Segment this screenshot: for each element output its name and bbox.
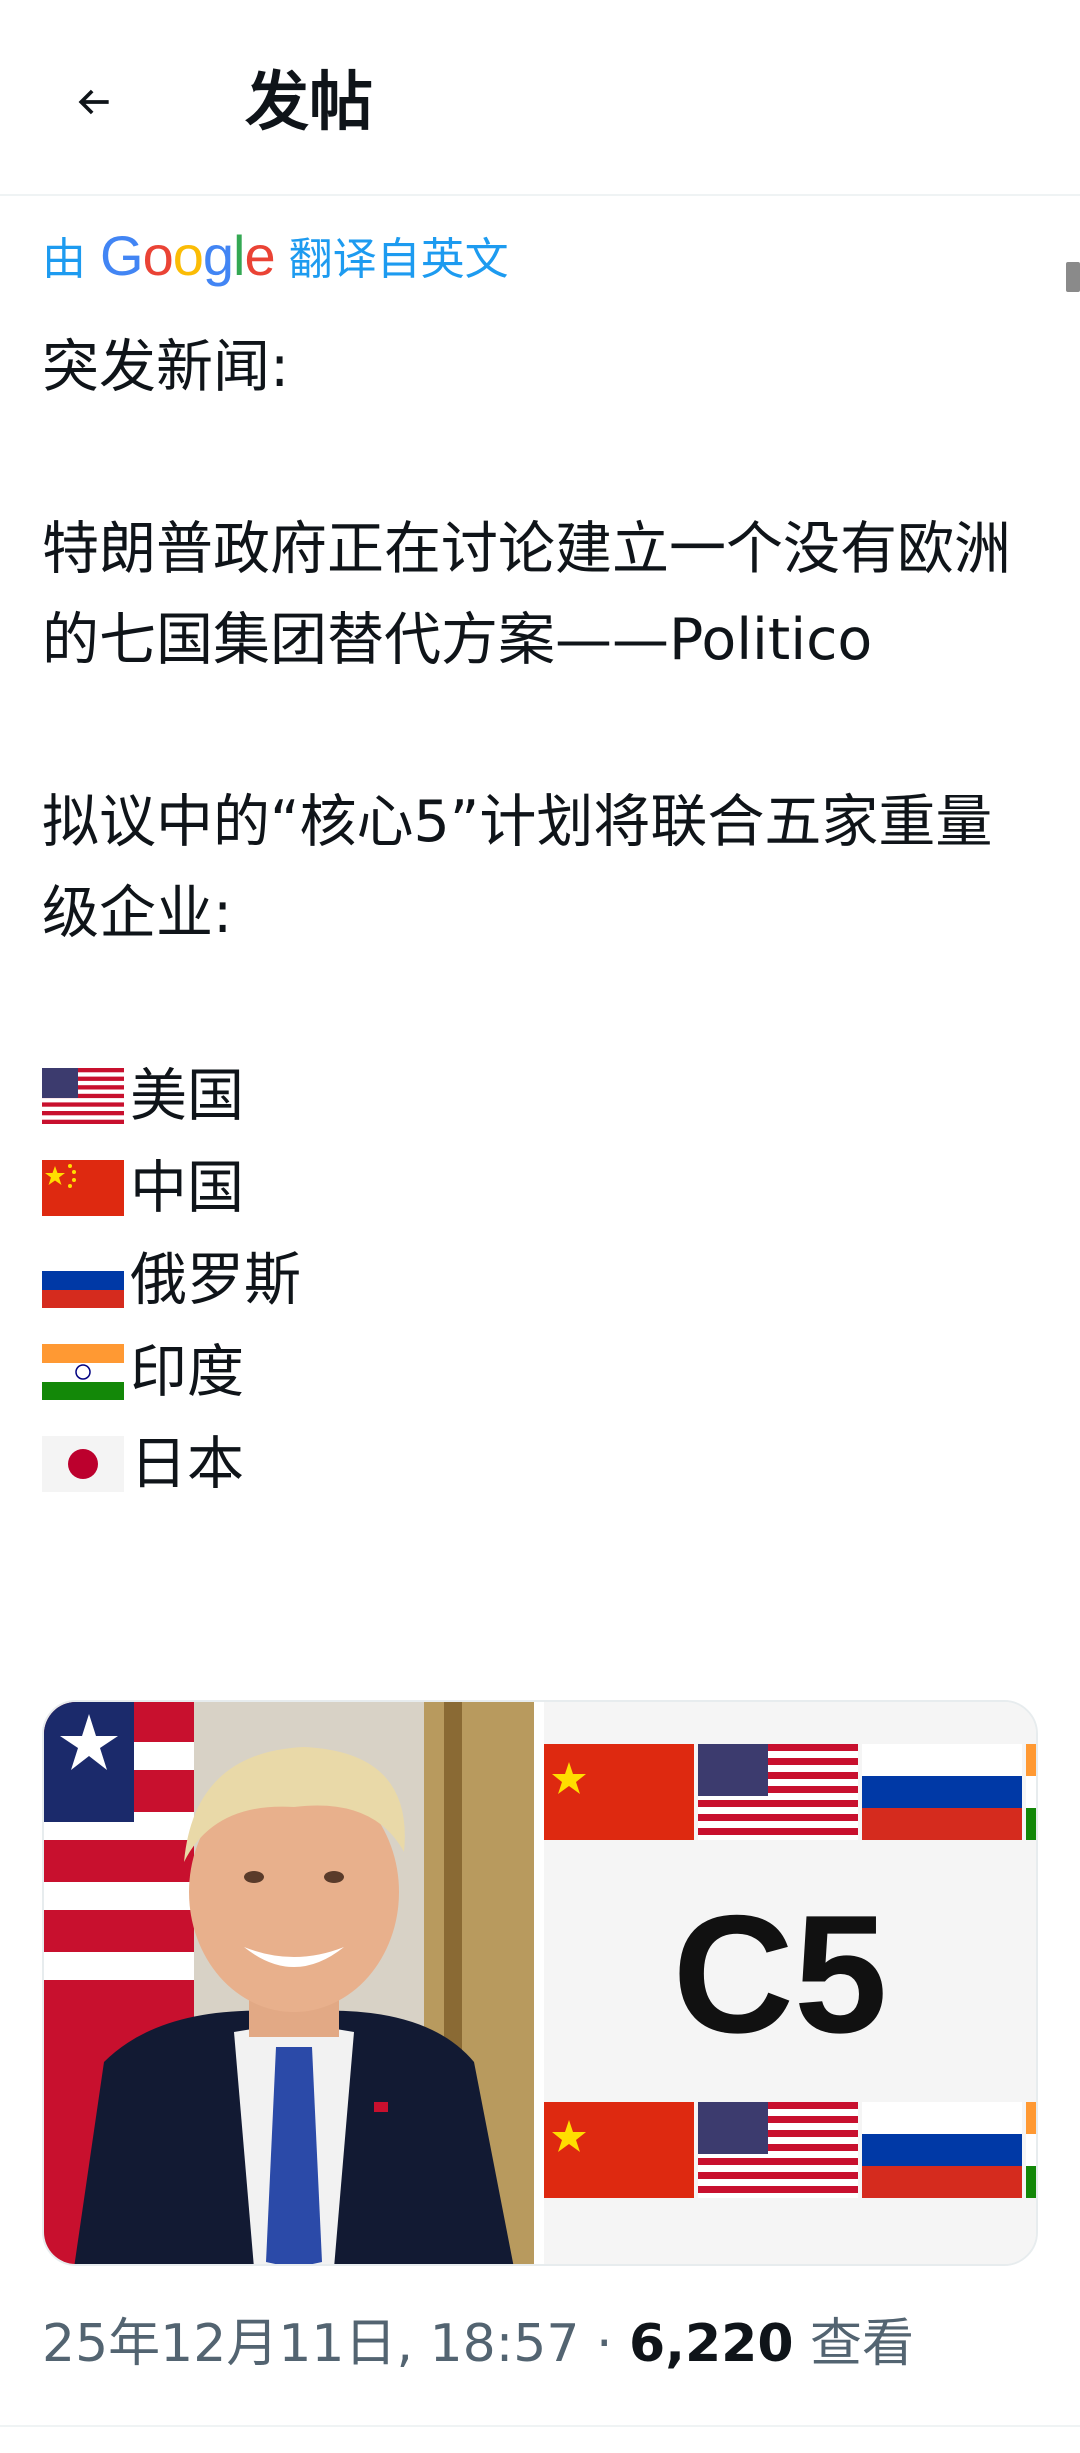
c5-graphic: C5	[544, 1702, 1036, 2264]
portrait-image	[44, 1702, 534, 2264]
post-meta: 25年12月11日, 18:57 · 6,220 查看	[42, 2304, 914, 2384]
view-count: 6,220	[629, 2314, 794, 2374]
page-title: 发帖	[245, 66, 373, 140]
in-flag-icon	[42, 1344, 124, 1400]
top-bar: 发帖	[0, 0, 1080, 196]
post-heading: 突发新闻:	[42, 334, 290, 400]
c5-image[interactable]: C5	[544, 1702, 1036, 2264]
scrollbar[interactable]	[1066, 262, 1080, 292]
translation-prefix: 由	[42, 234, 86, 285]
meta-separator: ·	[579, 2314, 630, 2374]
c5-label: C5	[673, 1880, 888, 2068]
country-name: 印度	[130, 1338, 244, 1405]
country-name: 美国	[130, 1062, 244, 1129]
post-paragraph: 特朗普政府正在讨论建立一个没有欧洲的七国集团替代方案——Politico	[42, 516, 1011, 673]
country-item: 俄罗斯	[42, 1234, 1042, 1326]
divider	[0, 2425, 1080, 2427]
country-name: 俄罗斯	[130, 1246, 301, 1313]
country-name: 中国	[130, 1154, 244, 1221]
translation-suffix: 翻译自英文	[288, 234, 509, 285]
post-text: 突发新闻: 特朗普政府正在讨论建立一个没有欧洲的七国集团替代方案——Politi…	[42, 322, 1042, 1510]
jp-flag-icon	[42, 1436, 124, 1492]
ru-flag-icon	[42, 1252, 124, 1308]
arrow-left-icon	[78, 89, 109, 115]
country-item: 日本	[42, 1418, 1042, 1510]
cn-flag-icon	[42, 1160, 124, 1216]
country-item: 印度	[42, 1326, 1042, 1418]
translation-link[interactable]: 由 Google 翻译自英文	[42, 222, 509, 288]
timestamp[interactable]: 25年12月11日, 18:57	[42, 2314, 579, 2374]
portrait-photo[interactable]	[44, 1702, 534, 2264]
back-button[interactable]	[58, 66, 130, 138]
us-flag-icon	[42, 1068, 124, 1124]
country-item: 中国	[42, 1142, 1042, 1234]
post-paragraph: 拟议中的“核心5”计划将联合五家重量级企业:	[42, 789, 993, 946]
google-logo: Google	[100, 223, 276, 287]
country-name: 日本	[130, 1430, 244, 1497]
media-grid: C5	[42, 1700, 1038, 2266]
country-item: 美国	[42, 1050, 1042, 1142]
views-label: 查看	[793, 2314, 915, 2374]
